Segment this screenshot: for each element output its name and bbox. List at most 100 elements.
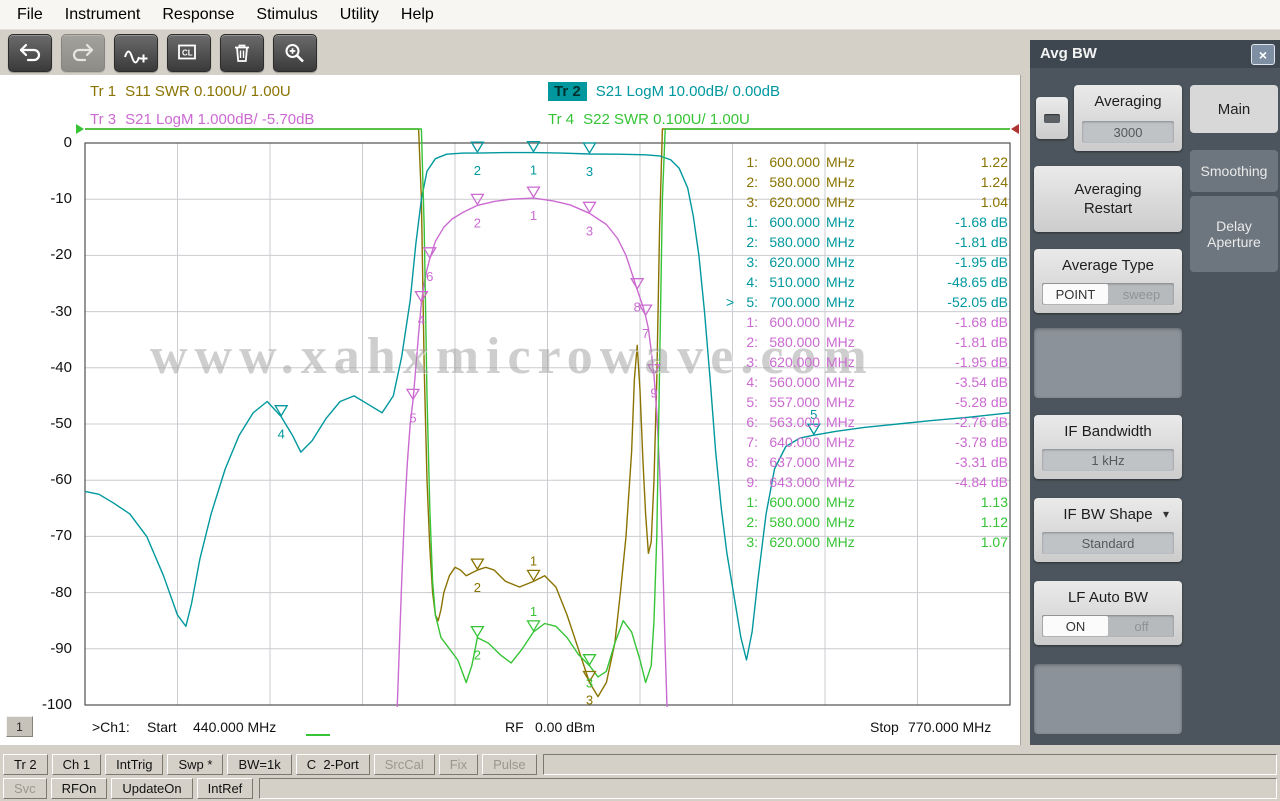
marker-frequency: 700.000 xyxy=(769,294,820,310)
marker-unit: MHz xyxy=(826,534,855,550)
marker-value: -1.95 dB xyxy=(955,254,1008,270)
trace-id-tr2-active: Tr 2 xyxy=(548,82,587,101)
undo-icon[interactable] xyxy=(8,34,52,72)
marker-number: 1: xyxy=(746,494,758,510)
menu-item-response[interactable]: Response xyxy=(151,2,245,28)
stop-label: Stop xyxy=(870,719,899,735)
channel-number-button[interactable]: 1 xyxy=(6,716,33,737)
active-marker-indicator xyxy=(726,172,738,192)
zoom-in-icon[interactable] xyxy=(273,34,317,72)
menu-bar: File Instrument Response Stimulus Utility Hel… xyxy=(0,0,1280,30)
average-type-button[interactable]: Average Type POINT sweep xyxy=(1034,249,1182,313)
y-axis-label: -20 xyxy=(50,246,72,264)
delete-icon[interactable] xyxy=(220,34,264,72)
lf-auto-bw-toggle: ON off xyxy=(1042,615,1174,637)
menu-item-file[interactable]: File xyxy=(6,2,54,28)
marker-frequency: 643.000 xyxy=(769,474,820,490)
channel-label: >Ch1: xyxy=(92,719,130,735)
marker-unit: MHz xyxy=(826,354,855,370)
marker-value: 1.04 xyxy=(980,194,1008,210)
tab-smoothing[interactable]: Smoothing xyxy=(1190,150,1278,192)
chart-panel: 21345213645879123123 www.xahxmicrowave.c… xyxy=(0,75,1021,745)
marker-readout-row: 2: 580.000 MHz -1.81 dB xyxy=(726,332,1008,352)
lf-auto-bw-button[interactable]: LF Auto BW ON off xyxy=(1034,581,1182,645)
status-swp-[interactable]: Swp * xyxy=(167,754,224,775)
marker-number: 3: xyxy=(746,254,758,270)
svg-text:2: 2 xyxy=(474,648,481,663)
tab-delay-aperture[interactable]: Delay Aperture xyxy=(1190,196,1278,272)
blank-softkey xyxy=(1034,328,1182,398)
status-c-2-port[interactable]: C 2-Port xyxy=(295,754,370,775)
average-type-sweep-option[interactable]: sweep xyxy=(1109,283,1174,305)
trace-header-tr1[interactable]: Tr 1 S11 SWR 0.100U/ 1.00U xyxy=(90,83,291,100)
status-updateon[interactable]: UpdateOn xyxy=(111,778,193,799)
marker-number: 7: xyxy=(746,434,758,450)
trace-header-tr3[interactable]: Tr 3 S21 LogM 1.000dB/ -5.70dB xyxy=(90,111,314,128)
statusbar-row1: Tr 2 Ch 1 IntTrig Swp * BW=1k C 2-Port SrcCal F… xyxy=(0,753,1280,776)
average-type-point-option[interactable]: POINT xyxy=(1043,284,1108,304)
marker-value: 1.24 xyxy=(980,174,1008,190)
marker-readout-row: 6: 563.000 MHz -2.76 dB xyxy=(726,412,1008,432)
marker-unit: MHz xyxy=(826,514,855,530)
active-marker-indicator xyxy=(726,512,738,532)
if-bandwidth-button[interactable]: IF Bandwidth 1 kHz xyxy=(1034,415,1182,479)
if-bandwidth-value-field[interactable]: 1 kHz xyxy=(1042,449,1174,471)
close-button[interactable]: × xyxy=(1251,44,1275,65)
marker-number: 6: xyxy=(746,414,758,430)
marker-frequency: 620.000 xyxy=(769,194,820,210)
active-marker-indicator xyxy=(726,452,738,472)
lf-auto-bw-on-option[interactable]: ON xyxy=(1043,616,1108,636)
marker-frequency: 600.000 xyxy=(769,494,820,510)
marker-unit: MHz xyxy=(826,234,855,250)
averaging-state-indicator xyxy=(1044,113,1060,123)
svg-text:2: 2 xyxy=(474,163,481,178)
marker-frequency: 637.000 xyxy=(769,454,820,470)
status-tr-2[interactable]: Tr 2 xyxy=(3,754,48,775)
status-empty-area xyxy=(542,754,1277,775)
add-marker-icon[interactable] xyxy=(114,34,158,72)
averaging-toggle-button[interactable] xyxy=(1036,97,1068,139)
y-axis-label: -70 xyxy=(50,527,72,545)
svg-text:9: 9 xyxy=(650,386,657,401)
marker-frequency: 600.000 xyxy=(769,314,820,330)
trace-header-tr2[interactable]: Tr 2 S21 LogM 10.00dB/ 0.00dB xyxy=(548,82,780,101)
panel-title: Avg BW xyxy=(1040,45,1097,62)
clear-icon[interactable]: CL xyxy=(167,34,211,72)
stop-value[interactable]: 770.000 MHz xyxy=(908,719,991,735)
marker-readout-row: 1: 600.000 MHz 1.22 xyxy=(726,152,1008,172)
active-marker-indicator xyxy=(726,532,738,552)
marker-unit: MHz xyxy=(826,394,855,410)
lf-auto-bw-off-option[interactable]: off xyxy=(1109,615,1174,637)
legend-dash-tr4 xyxy=(306,734,330,736)
menu-item-utility[interactable]: Utility xyxy=(329,2,390,28)
marker-number: 4: xyxy=(746,274,758,290)
averaging-value-field[interactable]: 3000 xyxy=(1082,121,1174,143)
marker-number: 1: xyxy=(746,314,758,330)
marker-number: 8: xyxy=(746,454,758,470)
status-bw-1k[interactable]: BW=1k xyxy=(227,754,292,775)
status-rfon[interactable]: RFOn xyxy=(50,778,108,799)
marker-value: -3.54 dB xyxy=(955,374,1008,390)
status-inttrig[interactable]: IntTrig xyxy=(105,754,164,775)
averaging-restart-button[interactable]: Averaging Restart xyxy=(1034,166,1182,232)
status-pulse: Pulse xyxy=(482,754,537,775)
status-ch-1[interactable]: Ch 1 xyxy=(51,754,102,775)
start-value[interactable]: 440.000 MHz xyxy=(193,719,276,735)
menu-item-stimulus[interactable]: Stimulus xyxy=(245,2,328,28)
menu-item-help[interactable]: Help xyxy=(390,2,445,28)
averaging-button[interactable]: Averaging 3000 xyxy=(1074,85,1182,151)
status-intref[interactable]: IntRef xyxy=(196,778,254,799)
marker-readout-row: 3: 620.000 MHz 1.07 xyxy=(726,532,1008,552)
active-marker-indicator xyxy=(726,432,738,452)
tab-main[interactable]: Main xyxy=(1190,85,1278,133)
trace-header-tr4[interactable]: Tr 4 S22 SWR 0.100U/ 1.00U xyxy=(548,111,750,128)
svg-text:6: 6 xyxy=(426,269,433,284)
marker-frequency: 510.000 xyxy=(769,274,820,290)
marker-readout-row: >5: 700.000 MHz -52.05 dB xyxy=(726,292,1008,312)
if-bw-shape-button[interactable]: IF BW Shape ▾ Standard xyxy=(1034,498,1182,562)
if-bw-shape-value-field[interactable]: Standard xyxy=(1042,532,1174,554)
rf-power-value[interactable]: 0.00 dBm xyxy=(535,719,595,735)
y-axis-label: 0 xyxy=(63,134,72,151)
menu-item-instrument[interactable]: Instrument xyxy=(54,2,152,28)
marker-number: 9: xyxy=(746,474,758,490)
